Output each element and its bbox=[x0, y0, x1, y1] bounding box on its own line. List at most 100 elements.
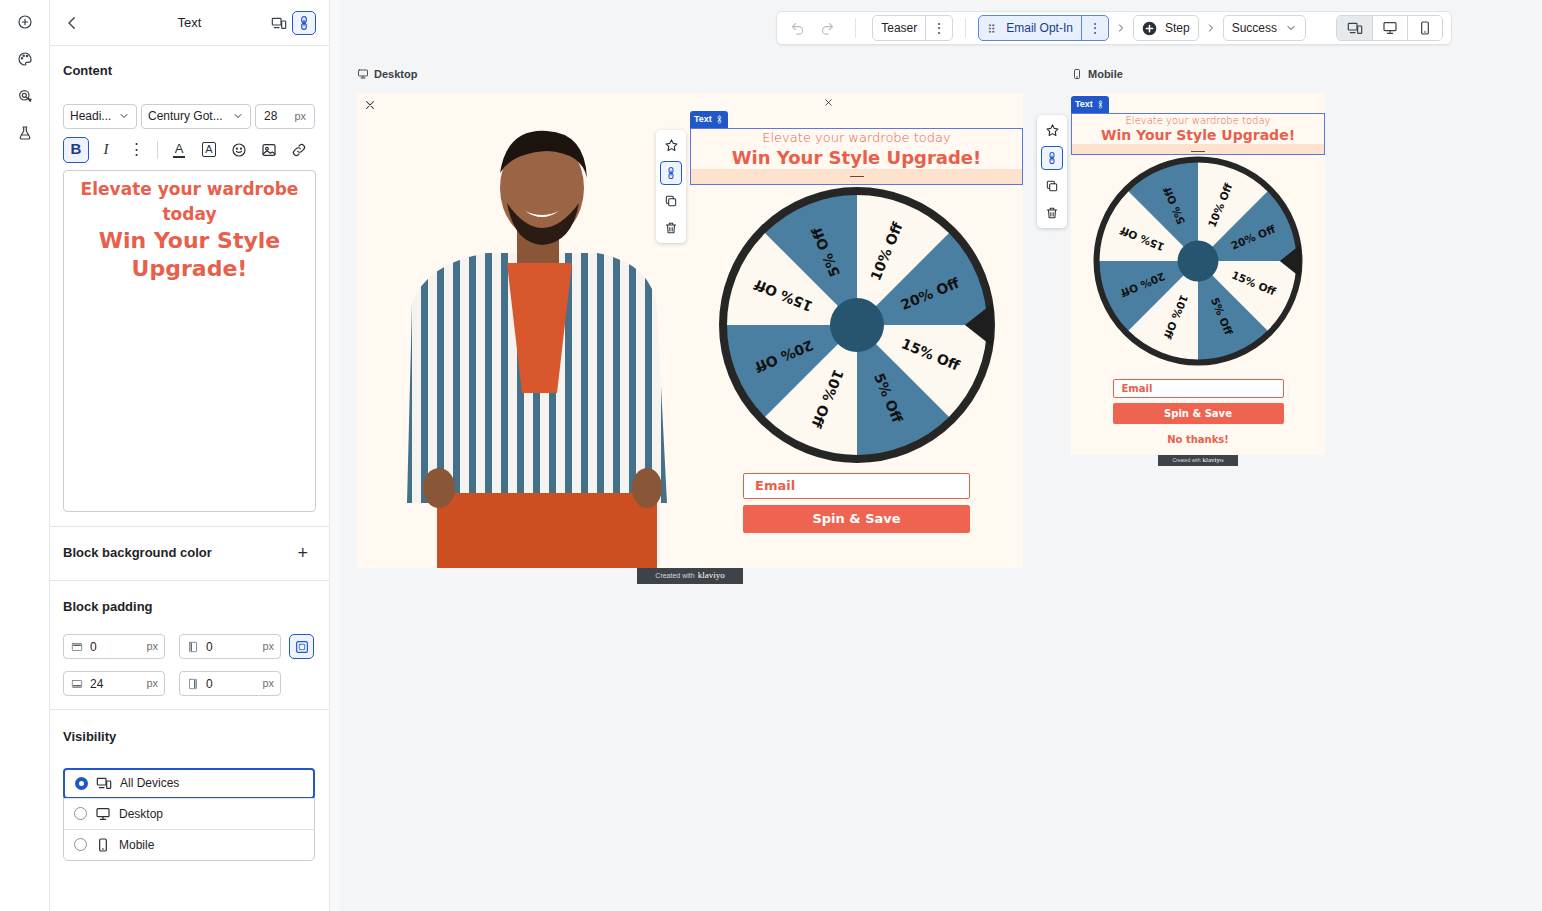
segment-label: 20% Off bbox=[1229, 223, 1277, 252]
padding-handle[interactable] bbox=[1191, 151, 1205, 152]
style-select-value: Headi... bbox=[70, 107, 111, 125]
duplicate-button[interactable] bbox=[1041, 175, 1063, 197]
font-size-unit: px bbox=[294, 108, 306, 125]
save-block-button[interactable] bbox=[660, 134, 682, 156]
image-button[interactable] bbox=[256, 137, 282, 163]
flask-icon bbox=[17, 125, 33, 141]
step-menu[interactable]: ⋮ bbox=[1081, 16, 1108, 40]
padding-left-icon bbox=[186, 640, 200, 654]
text-editor[interactable]: Elevate your wardrobe todayWin Your Styl… bbox=[63, 170, 316, 512]
copy-icon bbox=[1045, 179, 1059, 193]
undo-button[interactable] bbox=[785, 16, 809, 40]
sync-block-button[interactable] bbox=[1041, 146, 1063, 170]
form-subtitle: Elevate your wardrobe today bbox=[762, 129, 950, 146]
sync-block-button[interactable] bbox=[660, 161, 682, 185]
segment-label-group: 10% Off bbox=[867, 219, 906, 283]
padding-input[interactable]: 0px bbox=[179, 671, 281, 696]
segment-label: 10% Off bbox=[1206, 181, 1235, 229]
highlight-button[interactable]: A bbox=[196, 137, 222, 163]
step-menu[interactable]: ⋮ bbox=[925, 16, 952, 40]
wheel-rim bbox=[1097, 160, 1300, 363]
targeting-button[interactable] bbox=[17, 88, 33, 104]
add-background-button[interactable]: + bbox=[297, 544, 316, 562]
save-block-button[interactable] bbox=[1041, 119, 1063, 141]
step-tab[interactable]: Step bbox=[1133, 15, 1199, 41]
padding-bottom-icon bbox=[70, 677, 84, 691]
styles-button[interactable] bbox=[17, 51, 33, 67]
format-button[interactable]: I bbox=[93, 137, 119, 163]
format-button[interactable]: B bbox=[63, 137, 89, 163]
delete-button[interactable] bbox=[660, 217, 682, 239]
copy-icon bbox=[664, 194, 678, 208]
padding-input[interactable]: 24px bbox=[63, 671, 165, 696]
chevron-right-icon bbox=[1205, 22, 1217, 34]
decline-link[interactable]: No thanks! bbox=[1167, 432, 1229, 447]
visibility-option[interactable]: Desktop bbox=[64, 798, 314, 829]
font-size-input[interactable]: 28 px bbox=[255, 104, 315, 129]
drag-handle[interactable] bbox=[979, 22, 998, 35]
devices-icon bbox=[271, 15, 287, 31]
all-icon bbox=[96, 775, 112, 791]
back-button[interactable] bbox=[63, 14, 81, 32]
step-tab[interactable]: Email Opt-In⋮ bbox=[978, 15, 1109, 41]
add-block-button[interactable] bbox=[17, 14, 33, 30]
visibility-section: VisibilityAll DevicesDesktopMobile bbox=[50, 710, 329, 861]
wheel-pointer-icon bbox=[965, 303, 993, 347]
prize-wheel: 10% Off20% Off15% Off5% Off10% Off20% Of… bbox=[717, 185, 997, 465]
radio-button[interactable] bbox=[74, 807, 87, 820]
step-tab[interactable]: Teaser⋮ bbox=[872, 15, 953, 41]
toolbar-row: Teaser⋮ Email Opt-In⋮ Step Success bbox=[340, 0, 1542, 45]
desktop-icon bbox=[1382, 20, 1398, 36]
branding-badge[interactable]: Created withklaviyo bbox=[1158, 455, 1238, 466]
padding-input[interactable]: 0px bbox=[63, 634, 165, 659]
view-mode-button[interactable] bbox=[1407, 16, 1442, 40]
format-button[interactable]: ⋮ bbox=[123, 137, 149, 163]
segment-label-group: 15% Off bbox=[751, 276, 815, 315]
top-toolbar: Teaser⋮ Email Opt-In⋮ Step Success bbox=[776, 11, 1452, 45]
emoji-button[interactable] bbox=[226, 137, 252, 163]
editor-canvas: Teaser⋮Email Opt-In⋮StepSuccessDesktopEl… bbox=[330, 0, 1542, 911]
delete-button[interactable] bbox=[1041, 202, 1063, 224]
close-button[interactable] bbox=[823, 97, 834, 108]
block-tag-label: Text bbox=[694, 113, 712, 127]
close-button[interactable] bbox=[363, 98, 377, 112]
spin-button[interactable]: Spin & Save bbox=[743, 505, 970, 533]
badge-brand: klaviyo bbox=[698, 569, 725, 583]
radio-button[interactable] bbox=[75, 777, 88, 790]
view-mode-button[interactable] bbox=[1372, 16, 1407, 40]
back-icon bbox=[63, 14, 81, 32]
spin-button[interactable]: Spin & Save bbox=[1113, 403, 1284, 424]
email-input[interactable]: Email bbox=[743, 473, 970, 499]
text-color-button[interactable]: A bbox=[166, 137, 192, 163]
visibility-options: All DevicesDesktopMobile bbox=[63, 768, 315, 861]
trash-icon bbox=[1045, 206, 1059, 220]
ab-test-button[interactable] bbox=[17, 125, 33, 141]
radio-button[interactable] bbox=[74, 838, 87, 851]
redo-button[interactable] bbox=[815, 16, 839, 40]
visibility-option[interactable]: All Devices bbox=[63, 768, 315, 799]
email-input[interactable]: Email bbox=[1113, 379, 1284, 398]
font-size-value: 28 bbox=[264, 107, 277, 125]
trash-icon bbox=[664, 221, 678, 235]
duplicate-button[interactable] bbox=[660, 190, 682, 212]
editor-subtitle: Elevate your wardrobe today bbox=[72, 177, 307, 227]
padding-link-toggle[interactable] bbox=[289, 634, 314, 659]
padding-input[interactable]: 0px bbox=[179, 634, 281, 659]
header-toggle[interactable] bbox=[292, 11, 316, 35]
font-select[interactable]: Century Got... bbox=[141, 104, 251, 129]
panel-header-toggles bbox=[201, 11, 316, 35]
step-tab[interactable]: Success bbox=[1223, 15, 1306, 41]
selected-text-block[interactable]: Elevate your wardrobe todayWin Your Styl… bbox=[690, 128, 1023, 185]
branding-badge[interactable]: Created withklaviyo bbox=[637, 568, 743, 584]
padding-section: Block padding0px0px24px0px bbox=[50, 581, 329, 711]
mobile-preview: Elevate your wardrobe todayWin Your Styl… bbox=[1071, 93, 1325, 455]
visibility-option[interactable]: Mobile bbox=[64, 829, 314, 860]
segment-label: 5% Off bbox=[808, 225, 843, 280]
padding-handle[interactable] bbox=[850, 176, 864, 177]
header-toggle[interactable] bbox=[267, 11, 291, 35]
view-mode-button[interactable] bbox=[1337, 16, 1372, 40]
link-icon bbox=[296, 15, 312, 31]
selected-text-block[interactable]: Elevate your wardrobe todayWin Your Styl… bbox=[1071, 113, 1325, 155]
style-select[interactable]: Headi... bbox=[63, 104, 137, 129]
link-button[interactable] bbox=[286, 137, 312, 163]
